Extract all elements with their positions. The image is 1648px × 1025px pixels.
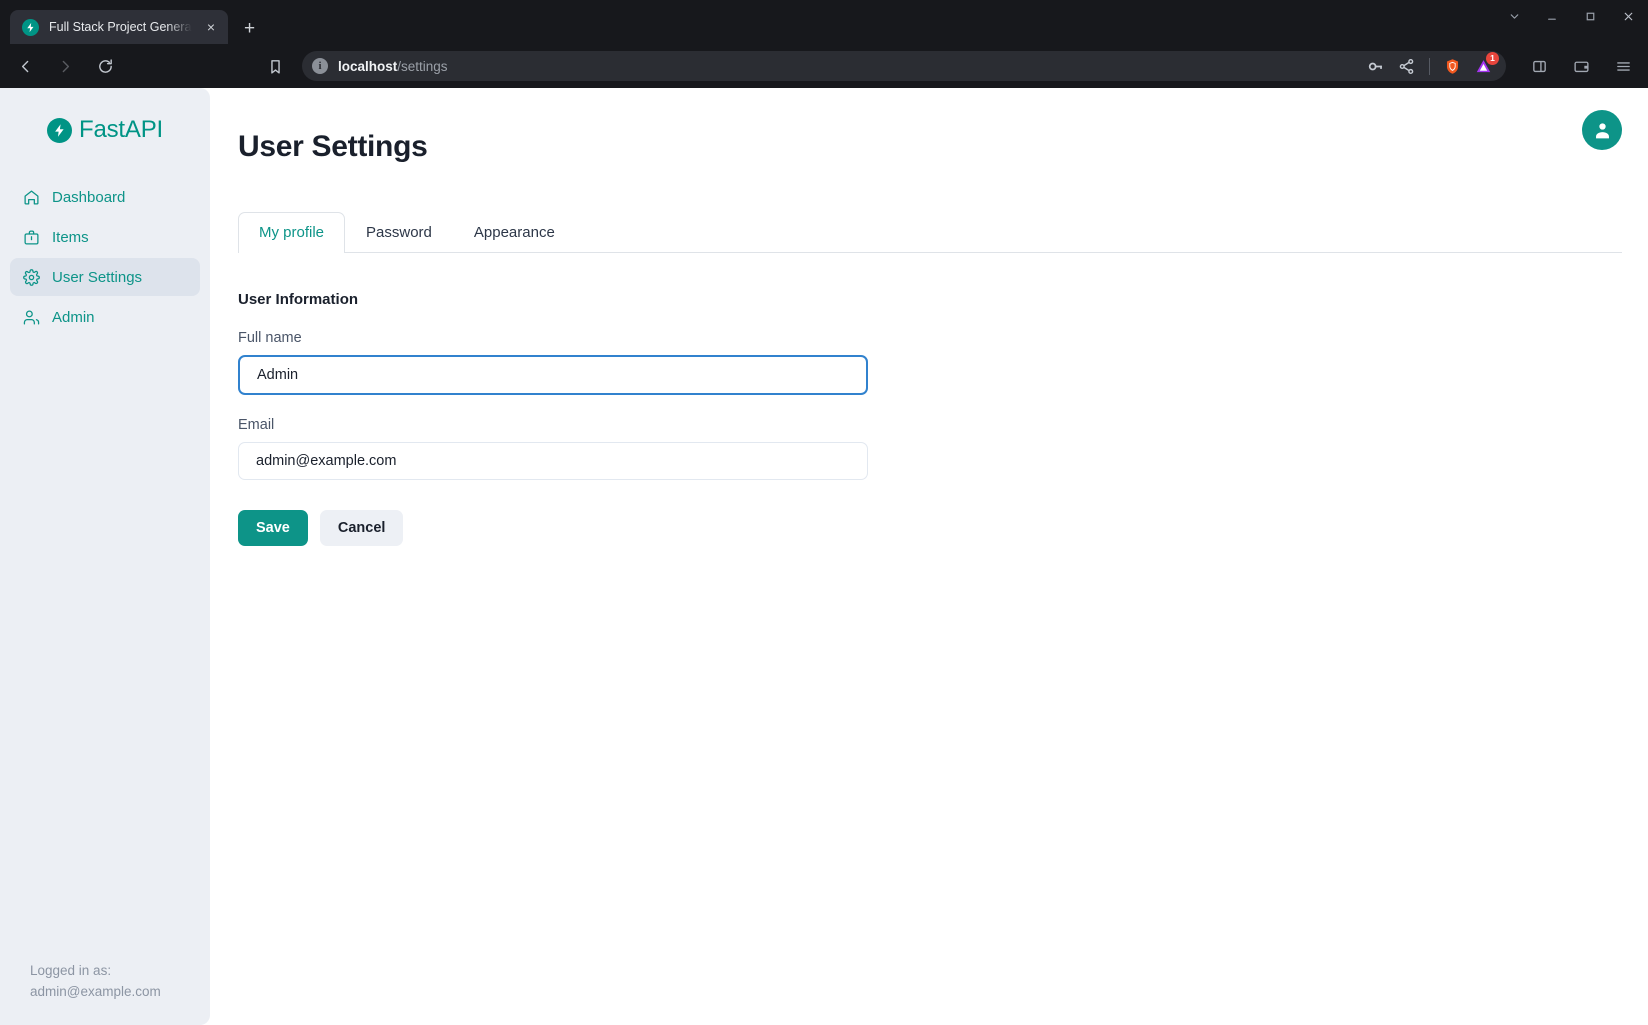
- brave-rewards-icon[interactable]: 1: [1475, 58, 1492, 75]
- share-icon[interactable]: [1398, 58, 1415, 75]
- reload-icon[interactable]: [92, 53, 118, 79]
- window-controls: [1506, 8, 1636, 24]
- home-icon: [22, 188, 40, 206]
- fullname-field-group: Full name: [238, 330, 898, 395]
- back-icon[interactable]: [12, 53, 38, 79]
- sidebar-item-label: Admin: [52, 309, 95, 326]
- app-logo: FastAPI: [0, 116, 210, 144]
- sidebar-item-label: Dashboard: [52, 189, 125, 206]
- wallet-icon[interactable]: [1568, 53, 1594, 79]
- browser-tab[interactable]: Full Stack Project Genera ×: [10, 10, 228, 44]
- logged-in-label: Logged in as:: [30, 961, 210, 982]
- close-window-button[interactable]: [1620, 8, 1636, 24]
- sidebar-item-dashboard[interactable]: Dashboard: [10, 178, 200, 216]
- page-viewport: FastAPI Dashboard Items: [0, 88, 1648, 1025]
- forward-icon[interactable]: [52, 53, 78, 79]
- address-bar[interactable]: i localhost/settings 1: [302, 51, 1506, 81]
- user-avatar-icon: [1592, 120, 1613, 141]
- rewards-badge: 1: [1486, 52, 1499, 65]
- user-menu-button[interactable]: [1582, 110, 1622, 150]
- browser-window: Full Stack Project Genera × +: [0, 0, 1648, 1025]
- tab-my-profile[interactable]: My profile: [238, 212, 345, 253]
- new-tab-button[interactable]: +: [244, 19, 255, 38]
- lightning-bolt-icon: [47, 118, 72, 143]
- close-tab-icon[interactable]: ×: [202, 20, 220, 34]
- url-text: localhost/settings: [338, 59, 448, 74]
- browser-toolbar-right: [1520, 53, 1636, 79]
- email-label: Email: [238, 417, 898, 433]
- site-info-icon[interactable]: i: [312, 58, 328, 74]
- toolbar-divider: [1429, 58, 1430, 75]
- browser-tab-strip: Full Stack Project Genera × +: [0, 0, 1648, 44]
- tab-appearance[interactable]: Appearance: [453, 212, 576, 253]
- sidebar-item-admin[interactable]: Admin: [10, 298, 200, 336]
- password-key-icon[interactable]: [1367, 58, 1384, 75]
- main-content: User Settings My profile Password Appear…: [210, 88, 1648, 1025]
- minimize-button[interactable]: [1544, 8, 1560, 24]
- url-host: localhost: [338, 59, 397, 74]
- tab-search-button[interactable]: [1506, 8, 1522, 24]
- cancel-button[interactable]: Cancel: [320, 510, 404, 546]
- app-logo-text: FastAPI: [79, 116, 163, 144]
- settings-tablist: My profile Password Appearance: [238, 212, 1648, 253]
- page-title: User Settings: [238, 130, 1648, 164]
- maximize-button[interactable]: [1582, 8, 1598, 24]
- fullname-input[interactable]: [238, 355, 868, 395]
- sidebar-footer: Logged in as: admin@example.com: [0, 961, 210, 1025]
- browser-toolbar: i localhost/settings 1: [0, 44, 1648, 88]
- browser-menu-icon[interactable]: [1610, 53, 1636, 79]
- fullname-label: Full name: [238, 330, 898, 346]
- users-icon: [22, 308, 40, 326]
- sidebar-toggle-icon[interactable]: [1526, 53, 1552, 79]
- sidebar-item-user-settings[interactable]: User Settings: [10, 258, 200, 296]
- form-actions: Save Cancel: [238, 510, 898, 546]
- tab-password[interactable]: Password: [345, 212, 453, 253]
- fastapi-favicon: [22, 19, 39, 36]
- sidebar-item-items[interactable]: Items: [10, 218, 200, 256]
- email-field-group: Email: [238, 417, 898, 480]
- save-button[interactable]: Save: [238, 510, 308, 546]
- email-input[interactable]: [238, 442, 868, 480]
- briefcase-icon: [22, 228, 40, 246]
- browser-tab-title: Full Stack Project Genera: [49, 20, 192, 34]
- app-sidebar: FastAPI Dashboard Items: [0, 88, 210, 1025]
- section-title: User Information: [238, 291, 898, 308]
- sidebar-item-label: User Settings: [52, 269, 142, 286]
- sidebar-item-label: Items: [52, 229, 89, 246]
- url-path: /settings: [397, 59, 447, 74]
- address-bar-actions: 1: [1367, 58, 1496, 75]
- logged-in-email: admin@example.com: [30, 982, 210, 1003]
- user-information-form: User Information Full name Email Save Ca…: [238, 291, 898, 546]
- brave-shields-icon[interactable]: [1444, 58, 1461, 75]
- bookmark-icon[interactable]: [262, 53, 288, 79]
- sidebar-nav: Dashboard Items User Settings: [0, 178, 210, 336]
- gear-icon: [22, 268, 40, 286]
